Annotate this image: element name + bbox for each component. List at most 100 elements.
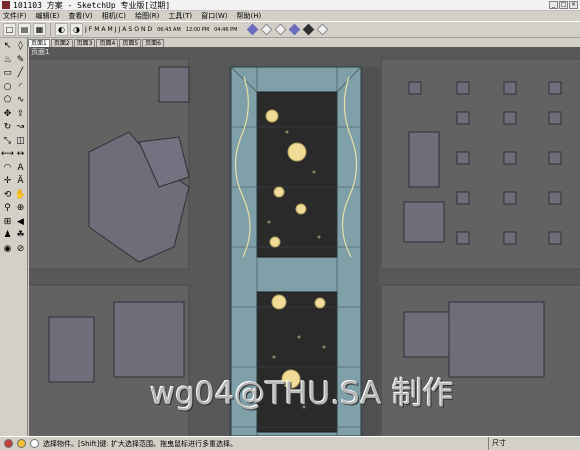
month-label: F [88,26,93,33]
paint-bucket-icon[interactable]: ♨ [1,54,14,68]
menu-edit[interactable]: 编辑(E) [36,11,60,21]
time-start: 06:43 AM [157,26,181,33]
shaded-style-icon[interactable] [289,23,301,36]
watermark-text: wg04@THU.SA 制作 [150,376,454,412]
new-file-icon[interactable]: □ [3,23,16,36]
building-south-east-a [403,311,450,358]
follow-me-icon[interactable]: ↝ [14,121,27,135]
eraser-icon[interactable]: ◊ [14,40,27,54]
zoom-window-icon[interactable]: ⊕ [14,202,27,216]
tool-palette: ↖ ◊ ♨ ✎ ▭ ╱ ○ ◜ ⬠ ∿ ✥ ⇪ ↻ ↝ ⤡ ◫ ⟷ ↔ ◠ A … [0,38,28,436]
select-icon[interactable]: ↖ [1,40,14,54]
textured-style-icon[interactable] [303,23,315,36]
menu-bar: 文件(F) 编辑(E) 查看(V) 相机(C) 绘图(R) 工具(T) 窗口(W… [0,11,580,21]
pencil-icon[interactable]: ✎ [14,54,27,68]
status-bar: 选择物件。[Shift]键: 扩大选择范围。拖曳鼠标进行多重选择。 尺寸 [0,436,580,450]
xray-style-icon[interactable] [247,23,259,36]
month-label: S [128,26,133,33]
wireframe-style-icon[interactable] [261,23,273,36]
pan-icon[interactable]: ✋ [14,189,27,203]
view-style-buttons [247,23,329,36]
building-east-slab [408,131,440,188]
menu-view[interactable]: 查看(V) [68,11,92,21]
building-south-complex [113,301,185,378]
minimize-button[interactable]: _ [549,1,558,9]
tab-page-6[interactable]: 页面6 [142,39,164,47]
dimension-icon[interactable]: ↔ [14,148,27,162]
time-noon: 12:00 PM [185,26,210,33]
measurements-box[interactable]: 尺寸 [488,437,580,450]
orbit-icon[interactable]: ⟲ [1,189,14,203]
push-pull-icon[interactable]: ⇪ [14,108,27,122]
menu-file[interactable]: 文件(F) [3,11,27,21]
protractor-icon[interactable]: ◠ [1,162,14,176]
monochrome-style-icon[interactable] [317,23,329,36]
month-label: M [94,26,100,33]
month-label: N [140,26,146,33]
hidden-line-style-icon[interactable] [275,23,287,36]
axes-icon[interactable]: ✛ [1,175,14,189]
building-small [158,66,190,103]
zoom-icon[interactable]: ⚲ [1,202,14,216]
month-label: J [114,26,117,33]
arc-icon[interactable]: ◜ [14,81,27,95]
month-label: J [118,26,121,33]
tab-page-1[interactable]: 页面1 [28,39,50,47]
offset-icon[interactable]: ◫ [14,135,27,149]
zoom-extents-icon[interactable]: ⊞ [1,216,14,230]
freehand-icon[interactable]: ∿ [14,94,27,108]
month-label: O [134,26,139,33]
month-label: J [85,26,87,33]
building-south-east-b [448,301,545,378]
shadow-toggle-icon[interactable]: ◑ [70,23,83,36]
scene-tag-label: 页面1 [31,48,50,56]
close-button[interactable]: × [569,1,578,9]
section-plane-icon[interactable]: ⊘ [14,243,27,257]
walk-icon[interactable]: ☘ [14,229,27,243]
line-icon[interactable]: ╱ [14,67,27,81]
text-icon[interactable]: A [14,162,27,176]
scene-tabs: 页面1 页面2 页面3 页面4 页面5 页面6 [28,38,580,47]
polygon-icon[interactable]: ⬠ [1,94,14,108]
move-icon[interactable]: ✥ [1,108,14,122]
circle-icon[interactable]: ○ [1,81,14,95]
month-label: M [107,26,113,33]
geo-location-icon[interactable] [4,439,13,448]
building-south-west [48,316,95,383]
menu-tools[interactable]: 工具(T) [168,11,192,21]
main-toolbar: □ ▤ ▦ ◐ ◑ J F M A M J J A S O N D 06:43 … [0,21,580,38]
title-bar: 101103 方案 - SketchUp 专业版[过期] _ □ × [0,0,580,11]
tab-page-2[interactable]: 页面2 [50,39,73,47]
menu-draw[interactable]: 绘图(R) [135,11,159,21]
position-camera-icon[interactable]: ♟ [1,229,14,243]
window-controls: _ □ × [549,1,578,9]
3d-text-icon[interactable]: Ä [14,175,27,189]
month-label: A [122,26,127,33]
help-icon[interactable] [30,439,39,448]
shadow-settings-icon[interactable]: ◐ [55,23,68,36]
tab-page-5[interactable]: 页面5 [119,39,142,47]
menu-camera[interactable]: 相机(C) [102,11,126,21]
rectangle-icon[interactable]: ▭ [1,67,14,81]
window-title: 101103 方案 - SketchUp 专业版[过期] [13,0,171,10]
sketchup-logo-icon [2,1,10,9]
look-around-icon[interactable]: ◉ [1,243,14,257]
rotate-icon[interactable]: ↻ [1,121,14,135]
credits-icon[interactable] [17,439,26,448]
open-file-icon[interactable]: ▤ [18,23,31,36]
save-icon[interactable]: ▦ [33,23,46,36]
month-label: D [147,26,153,33]
tape-measure-icon[interactable]: ⟷ [1,148,14,162]
menu-window[interactable]: 窗口(W) [201,11,227,21]
scale-icon[interactable]: ⤡ [1,135,14,149]
time-end: 04:46 PM [214,26,238,33]
tab-page-3[interactable]: 页面3 [73,39,96,47]
building-east-block [403,201,445,243]
tab-page-4[interactable]: 页面4 [96,39,119,47]
shadow-month-slider[interactable]: J F M A M J J A S O N D [85,26,152,33]
maximize-button[interactable]: □ [559,1,568,9]
menu-help[interactable]: 帮助(H) [236,11,261,21]
toolbar-divider [50,23,51,36]
status-message: 选择物件。[Shift]键: 扩大选择范围。拖曳鼠标进行多重选择。 [43,439,237,448]
previous-view-icon[interactable]: ◀ [14,216,27,230]
